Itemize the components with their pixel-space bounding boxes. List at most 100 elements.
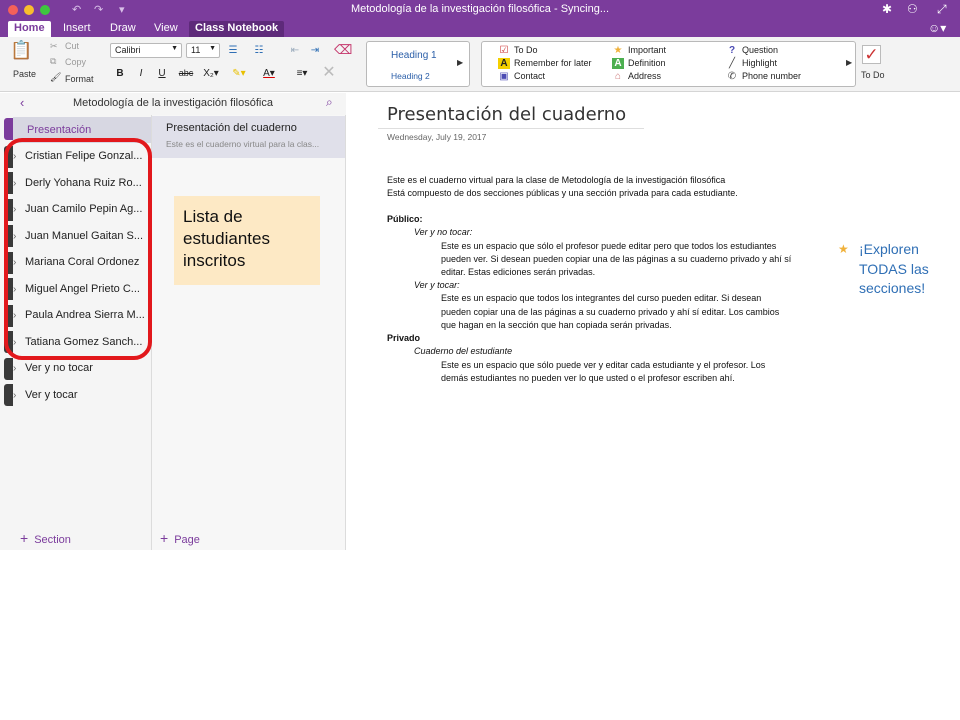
title-bar: ↶ ↷ ▾ Metodología de la investigación fi… xyxy=(0,0,960,20)
tab-draw[interactable]: Draw xyxy=(104,21,142,37)
ver-no-tocar-heading[interactable]: Ver y no tocar: xyxy=(414,226,472,239)
a-green-icon: A xyxy=(612,58,624,69)
fullscreen-icon[interactable]: ⤢ xyxy=(937,2,947,17)
sticky-line: Lista de xyxy=(183,207,243,226)
share-icon[interactable]: ⚇ xyxy=(907,2,918,16)
font-name-value: Calibri xyxy=(115,45,141,55)
paste-button[interactable]: Paste xyxy=(13,69,36,79)
add-section-label: Section xyxy=(34,534,71,546)
notebook-header: ‹ Metodología de la investigación filosó… xyxy=(0,93,346,115)
style-heading-2[interactable]: Heading 2 xyxy=(391,71,430,81)
font-name-select[interactable]: Calibri ▼ xyxy=(110,43,182,58)
todo-tag-button[interactable]: To Do xyxy=(861,70,885,80)
page-date: Wednesday, July 19, 2017 xyxy=(387,132,487,142)
search-icon[interactable]: ⌕ xyxy=(326,95,333,110)
font-color-icon[interactable]: A▾ xyxy=(256,65,282,82)
tag-label: Remember for later xyxy=(514,58,592,68)
tag-to-do[interactable]: ☑ To Do xyxy=(498,45,538,56)
tag-label: To Do xyxy=(514,45,538,55)
add-section-button[interactable]: + Section xyxy=(20,530,71,546)
section-label: Ver y tocar xyxy=(25,389,78,401)
clear-formatting-icon[interactable]: ⌫ xyxy=(334,41,352,58)
callout-text: ¡Exploren TODAS las secciones! xyxy=(859,240,929,299)
styles-expand-icon[interactable]: ▶ xyxy=(457,58,463,67)
cuaderno-line[interactable]: Este es un espacio que sólo puede ver y … xyxy=(441,359,765,372)
section-color-tab xyxy=(4,118,13,140)
ribbon: 📋 Paste ✂ Cut ⧉ Copy 🖌 Format Calibri ▼ … xyxy=(0,37,960,92)
underline-button[interactable]: U xyxy=(153,65,171,82)
copy-icon: ⧉ xyxy=(50,56,57,66)
format-painter-button[interactable]: Format xyxy=(65,74,94,84)
tag-address[interactable]: ⌂ Address xyxy=(612,71,661,82)
tag-contact[interactable]: ▣ Contact xyxy=(498,71,545,82)
checkbox-icon: ☑ xyxy=(499,45,509,56)
notifications-icon[interactable]: ✱ xyxy=(882,2,892,16)
sticky-line: inscritos xyxy=(183,251,246,270)
tags-gallery[interactable]: ☑ To Do ★ Important ? Question A Remember fo… xyxy=(481,41,856,87)
chevron-down-icon: ▼ xyxy=(209,45,216,52)
bullet-list-icon[interactable]: ☰ xyxy=(224,42,242,59)
style-heading-1[interactable]: Heading 1 xyxy=(391,50,437,61)
ver-tocar-line[interactable]: que hagan en la sección que han copiada … xyxy=(441,319,672,332)
styles-gallery[interactable]: Heading 1 Heading 2 ▶ xyxy=(366,41,470,87)
font-size-select[interactable]: 11 ▼ xyxy=(186,43,220,58)
ver-tocar-line[interactable]: pueden copiar una de las páginas a su cu… xyxy=(441,306,779,319)
title-divider xyxy=(378,128,644,129)
tag-label: Phone number xyxy=(742,71,802,81)
bold-button[interactable]: B xyxy=(111,65,129,82)
tag-question[interactable]: ? Question xyxy=(726,45,778,56)
cut-icon: ✂ xyxy=(50,41,58,51)
cuaderno-line[interactable]: demás estudiantes no pueden ver lo que u… xyxy=(441,372,735,385)
section-label: Ver y no tocar xyxy=(25,362,93,374)
ver-tocar-heading[interactable]: Ver y tocar: xyxy=(414,279,460,292)
star-icon: ★ xyxy=(613,45,623,56)
subscript-button[interactable]: X₂▾ xyxy=(200,65,222,82)
tag-remember[interactable]: A Remember for later xyxy=(498,58,592,69)
chevron-right-icon: › xyxy=(13,390,17,401)
question-icon: ? xyxy=(728,45,736,56)
tag-label: Question xyxy=(742,45,779,55)
paste-icon[interactable]: 📋 xyxy=(10,40,32,61)
strikethrough-button[interactable]: abc xyxy=(174,65,198,82)
align-icon[interactable]: ≡▾ xyxy=(290,65,314,82)
tab-home[interactable]: Home xyxy=(8,21,51,37)
tag-phone[interactable]: ✆ Phone number xyxy=(726,71,801,82)
tag-label: Definition xyxy=(628,58,666,68)
section-group-ver-tocar[interactable]: › Ver y tocar xyxy=(13,382,151,408)
cut-button[interactable]: Cut xyxy=(65,41,79,51)
todo-checkbox-icon[interactable]: ✓ xyxy=(862,45,881,64)
highlight-icon: ╱ xyxy=(728,58,736,69)
publico-heading[interactable]: Público: xyxy=(387,213,423,226)
tab-class-notebook[interactable]: Class Notebook xyxy=(189,21,285,37)
ver-no-tocar-line[interactable]: editar. Estas ediciones serán privadas. xyxy=(441,266,595,279)
delete-icon[interactable]: ✕ xyxy=(318,64,340,81)
notebook-title[interactable]: Metodología de la investigación filosófi… xyxy=(0,97,346,109)
ver-no-tocar-line[interactable]: Este es un espacio que sólo el profesor … xyxy=(441,240,776,253)
contact-icon: ▣ xyxy=(499,71,509,82)
plus-icon: + xyxy=(20,530,29,546)
tab-view[interactable]: View xyxy=(148,21,184,37)
add-page-label: Page xyxy=(174,534,200,546)
copy-button[interactable]: Copy xyxy=(65,57,86,67)
tag-definition[interactable]: A Definition xyxy=(612,58,666,69)
tags-expand-icon[interactable]: ▶ xyxy=(846,58,852,67)
italic-button[interactable]: I xyxy=(132,65,150,82)
account-icon[interactable]: ☺▾ xyxy=(928,21,946,35)
outdent-icon[interactable]: ⇤ xyxy=(286,42,304,59)
pages-panel xyxy=(152,93,346,550)
highlight-color-icon[interactable]: ✎▾ xyxy=(228,65,250,82)
tab-insert[interactable]: Insert xyxy=(57,21,97,37)
page-item-selected[interactable]: Presentación del cuaderno Este es el cua… xyxy=(152,116,345,158)
ver-tocar-line[interactable]: Este es un espacio que todos los integra… xyxy=(441,292,761,305)
privado-heading[interactable]: Privado xyxy=(387,332,420,345)
add-page-button[interactable]: + Page xyxy=(160,530,200,546)
tag-highlight[interactable]: ╱ Highlight xyxy=(726,58,777,69)
numbered-list-icon[interactable]: ☷ xyxy=(250,42,268,59)
intro-line-2[interactable]: Está compuesto de dos secciones públicas… xyxy=(387,187,738,200)
cuaderno-heading[interactable]: Cuaderno del estudiante xyxy=(414,345,512,358)
page-title[interactable]: Presentación del cuaderno xyxy=(387,104,626,125)
indent-icon[interactable]: ⇥ xyxy=(306,42,324,59)
ver-no-tocar-line[interactable]: pueden ver. Si desean pueden copiar una … xyxy=(441,253,791,266)
tag-important[interactable]: ★ Important xyxy=(612,45,667,56)
intro-line-1[interactable]: Este es el cuaderno virtual para la clas… xyxy=(387,174,725,187)
